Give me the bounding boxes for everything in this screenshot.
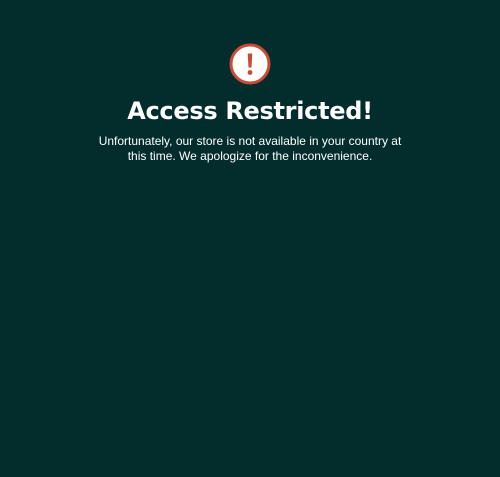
- restriction-notice: Access Restricted! Unfortunately, our st…: [0, 43, 500, 164]
- access-restricted-page: Access Restricted! Unfortunately, our st…: [0, 0, 500, 477]
- restriction-message: Unfortunately, our store is not availabl…: [98, 134, 402, 163]
- page-title: Access Restricted!: [127, 97, 373, 125]
- exclamation-circle-icon: [229, 43, 271, 85]
